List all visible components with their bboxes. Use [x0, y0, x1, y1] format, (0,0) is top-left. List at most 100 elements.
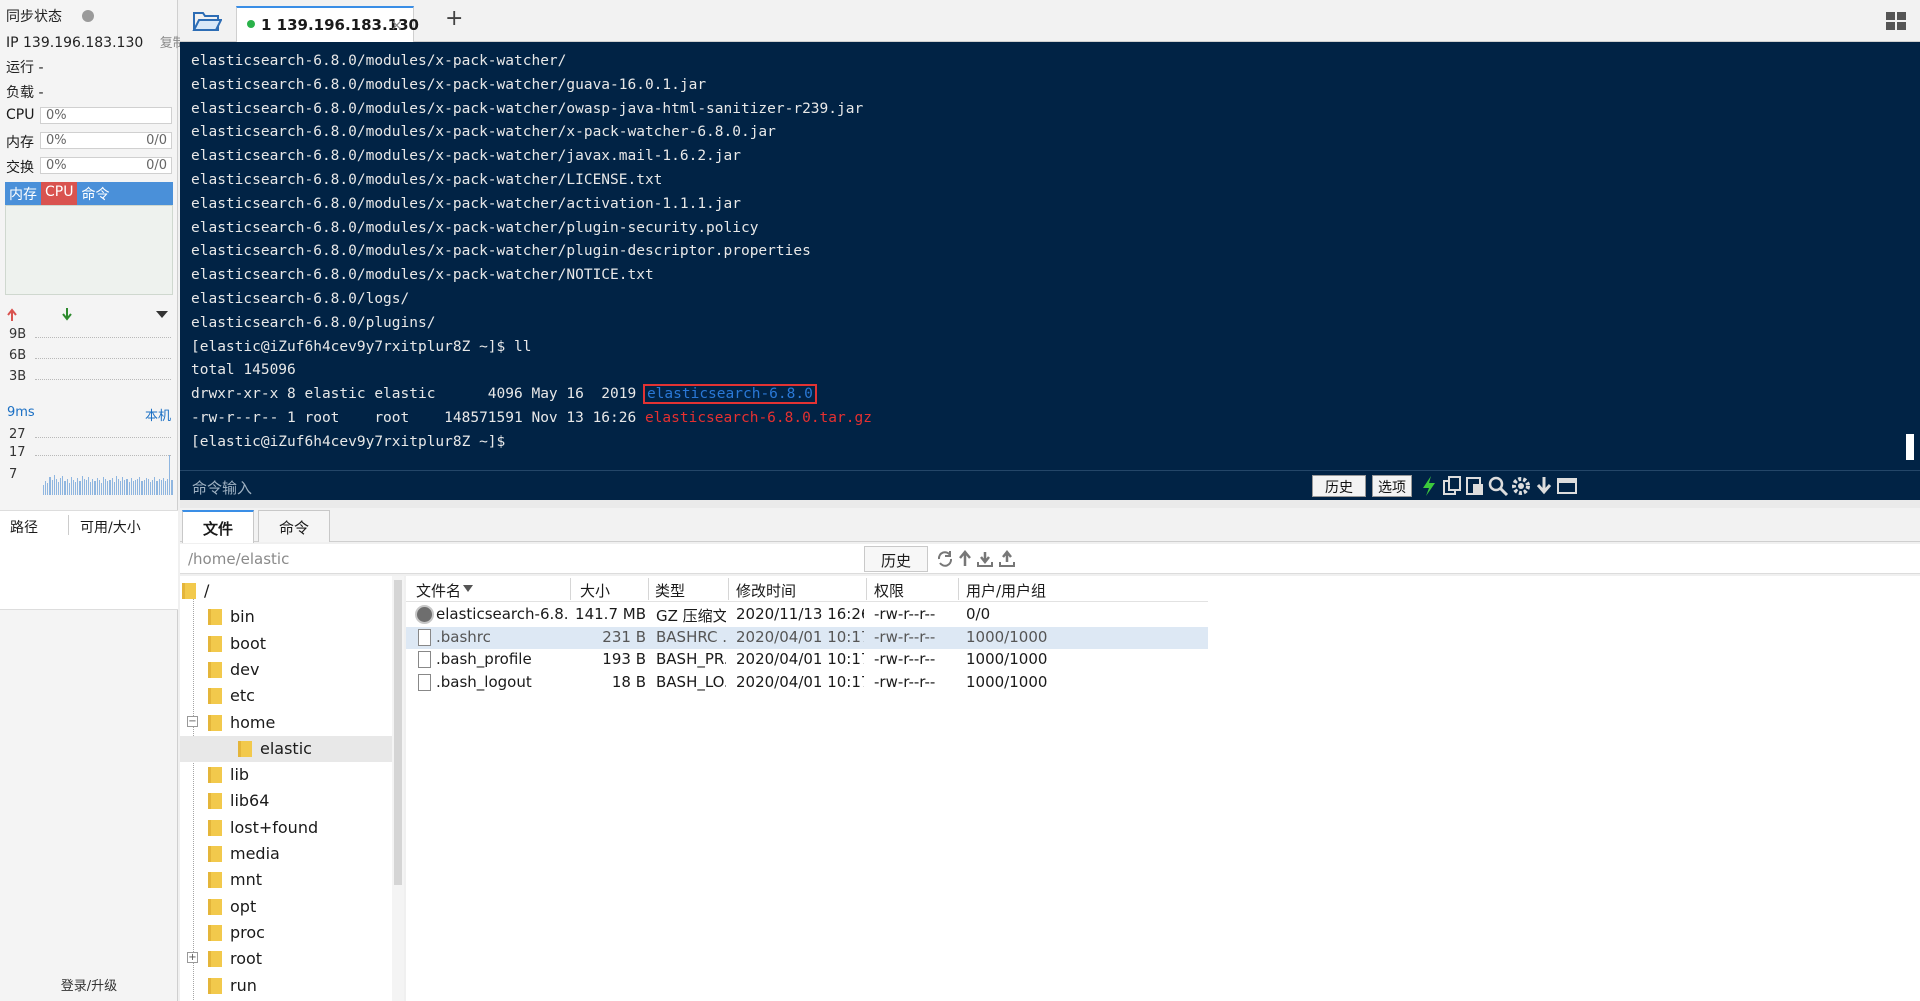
latency-bar	[102, 477, 105, 495]
folder-icon	[208, 635, 222, 652]
close-tab-icon[interactable]: ×	[390, 16, 403, 34]
options-button[interactable]: 选项	[1372, 475, 1412, 497]
file-row[interactable]: .bash_profile 193 B BASH_PR... 2020/04/01 1…	[406, 649, 1208, 671]
col-mtime[interactable]: 修改时间	[736, 580, 796, 601]
tab-commands[interactable]: 命令	[258, 510, 330, 542]
latency-bar	[107, 481, 109, 495]
sync-status-label: 同步状态	[6, 9, 62, 25]
file-row[interactable]: .bash_logout 18 B BASH_LO... 2020/04/01 10:…	[406, 672, 1208, 694]
file-owner: 0/0	[966, 605, 991, 623]
proc-tab-cpu[interactable]: CPU	[41, 182, 78, 205]
latency-bar	[128, 482, 130, 495]
tree-item-elastic[interactable]: elastic	[180, 735, 392, 762]
col-size[interactable]: 大小	[580, 580, 610, 601]
col-type[interactable]: 类型	[655, 580, 685, 601]
download-arrow-icon	[62, 308, 72, 321]
panel-splitter[interactable]	[180, 500, 1920, 508]
disk-panel: 路径 可用/大小	[0, 510, 178, 610]
terminal-line: elasticsearch-6.8.0/modules/x-pack-watch…	[191, 124, 776, 141]
file-list: 文件名 大小 类型 修改时间 权限 用户/用户组 elasticsearch-6…	[406, 576, 1920, 1001]
latency-axis-27: 27	[9, 427, 26, 442]
proc-tab-memory[interactable]: 内存	[5, 182, 41, 205]
tree-scroll-thumb[interactable]	[394, 580, 402, 885]
chevron-down-icon[interactable]	[156, 311, 168, 318]
latency-axis-17: 17	[9, 445, 26, 460]
terminal-line: elasticsearch-6.8.0/modules/x-pack-watch…	[191, 171, 663, 188]
collapse-icon[interactable]: −	[187, 715, 198, 727]
latency-bar	[92, 479, 94, 495]
latency-bar	[167, 479, 169, 495]
latency-bar	[77, 478, 79, 495]
latency-bar	[169, 455, 171, 495]
terminal-scrollbar[interactable]	[1906, 434, 1914, 460]
open-folder-icon[interactable]	[192, 8, 222, 34]
divider	[866, 578, 867, 600]
file-row[interactable]: elasticsearch-6.8.0.tar... 141.7 MB GZ 压缩文…	[406, 604, 1208, 626]
terminal[interactable]: elasticsearch-6.8.0/modules/x-pack-watch…	[180, 42, 1920, 500]
add-tab-button[interactable]: +	[445, 6, 463, 31]
col-owner[interactable]: 用户/用户组	[966, 580, 1046, 601]
latency-bar	[87, 477, 90, 495]
login-upgrade-link[interactable]: 登录/升级	[0, 975, 178, 994]
file-icon	[418, 673, 431, 691]
download-file-icon[interactable]	[976, 550, 994, 568]
paste-icon[interactable]	[1464, 475, 1486, 497]
tree-item-label: boot	[230, 633, 267, 653]
terminal-line: elasticsearch-6.8.0/modules/x-pack-watch…	[191, 148, 741, 165]
latency-bar	[113, 482, 115, 495]
divider	[68, 515, 69, 535]
download-icon[interactable]	[1533, 475, 1555, 497]
file-mtime: 2020/04/01 10:17	[736, 650, 864, 668]
tree-item-label: lib64	[230, 791, 270, 811]
tab-files[interactable]: 文件	[182, 510, 254, 543]
layout-grid-icon[interactable]	[1886, 12, 1906, 30]
copy-icon[interactable]	[1441, 475, 1463, 497]
latency-bar	[117, 479, 120, 495]
file-perm: -rw-r--r--	[874, 627, 936, 646]
latency-bar	[49, 477, 51, 495]
file-row[interactable]: .bashrc 231 B BASHRC ... 2020/04/01 10:17 -r…	[406, 626, 1208, 649]
tree-item-label: opt	[230, 896, 257, 916]
file-owner: 1000/1000	[966, 672, 1048, 691]
latency-bar	[53, 475, 55, 495]
expand-icon[interactable]: +	[187, 952, 198, 964]
terminal-line: elasticsearch-6.8.0/plugins/	[191, 314, 436, 331]
file-size: 141.7 MB	[575, 605, 646, 623]
folder-icon	[208, 872, 222, 889]
disk-col-size: 可用/大小	[80, 520, 141, 536]
terminal-toolbar: 命令输入 历史 选项	[180, 470, 1920, 500]
latency-bar	[154, 477, 156, 495]
parent-dir-icon[interactable]	[956, 550, 974, 568]
path-input[interactable]: /home/elastic	[188, 550, 289, 568]
upload-arrow-icon	[7, 308, 17, 321]
tree-scrollbar[interactable]	[392, 576, 404, 1001]
folder-icon	[208, 898, 222, 915]
search-icon[interactable]	[1487, 475, 1509, 497]
tree-item-label: home	[230, 712, 276, 732]
tree-guide-line	[193, 594, 194, 1001]
sort-desc-icon	[463, 585, 473, 592]
tree-item-label: elastic	[260, 738, 312, 758]
gear-icon[interactable]	[1510, 475, 1532, 497]
refresh-icon[interactable]	[936, 550, 954, 568]
memory-meter: 0% 0/0	[40, 132, 172, 149]
file-perm: -rw-r--r--	[874, 672, 936, 691]
folder-icon	[208, 793, 222, 810]
upload-file-icon[interactable]	[998, 550, 1016, 568]
grid-line	[35, 358, 171, 359]
lightning-icon[interactable]	[1418, 475, 1440, 497]
ip-row: IP 139.196.183.130 复制	[6, 32, 186, 51]
col-perm[interactable]: 权限	[874, 580, 904, 601]
latency-bar	[70, 477, 72, 495]
proc-tab-command[interactable]: 命令	[77, 182, 113, 205]
session-tab[interactable]: 1 139.196.183.130 ×	[236, 6, 419, 42]
command-input[interactable]: 命令输入	[192, 477, 252, 498]
file-mtime: 2020/04/01 10:17	[736, 672, 864, 691]
file-owner: 1000/1000	[966, 650, 1048, 668]
connected-dot-icon	[247, 20, 255, 28]
cpu-meter: 0%	[40, 107, 172, 124]
col-filename[interactable]: 文件名	[416, 580, 461, 601]
history-button[interactable]: 历史	[1312, 475, 1366, 497]
path-history-button[interactable]: 历史	[864, 546, 928, 572]
maximize-icon[interactable]	[1556, 475, 1578, 497]
